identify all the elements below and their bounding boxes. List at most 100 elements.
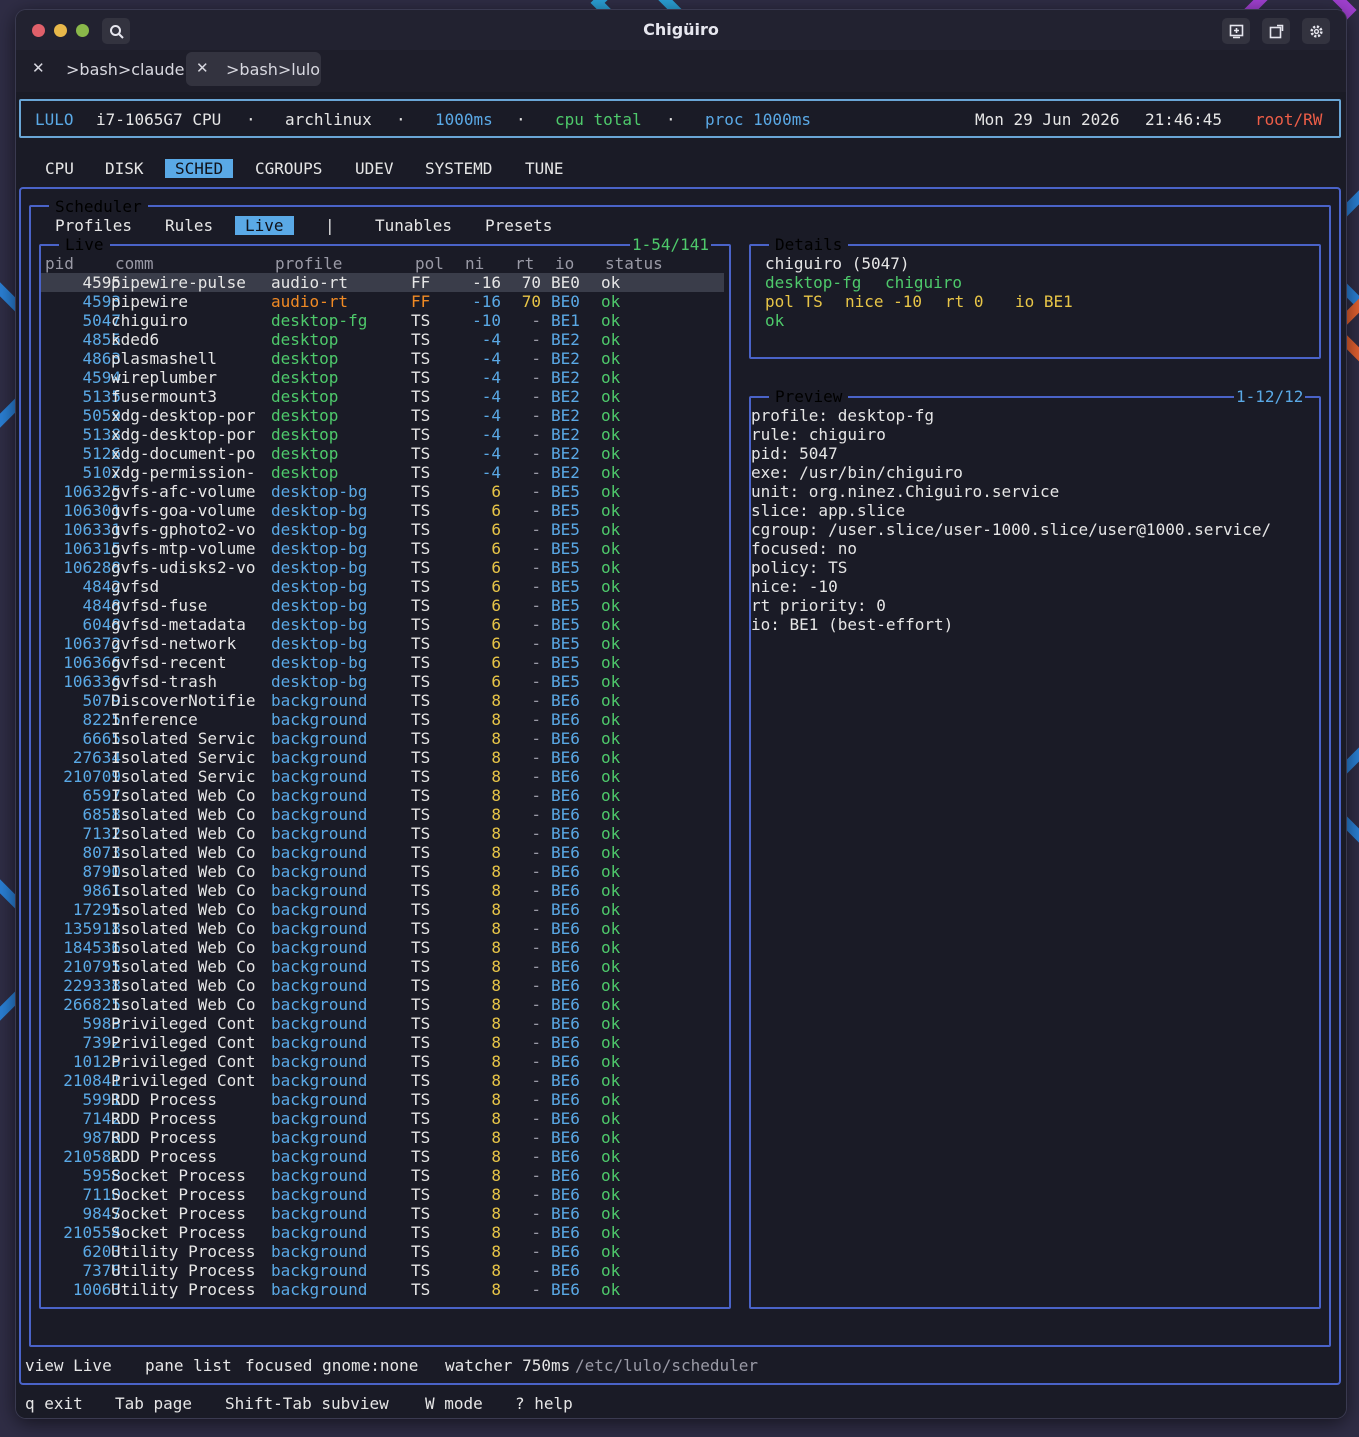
table-row[interactable]: 5107 xdg-permission-desktop TS -4 - BE2 ok bbox=[41, 463, 724, 482]
table-row[interactable]: 135918 Isolated Web Co background TS 8 - BE6 ok bbox=[41, 919, 724, 938]
table-row[interactable]: 6858 Isolated Web Co background TS 8 - BE6 ok bbox=[41, 805, 724, 824]
detach-button[interactable] bbox=[1262, 18, 1290, 44]
table-row[interactable]: 7142 RDD Process background TS 8 - BE6 ok bbox=[41, 1109, 724, 1128]
table-row[interactable]: 106366 gvfsd-recent desktop-bg TS 6 - BE5 ok bbox=[41, 653, 724, 672]
subtab-tunables[interactable]: Tunables bbox=[375, 216, 452, 235]
table-row[interactable]: 5059 xdg-desktop-por desktop TS -4 - BE2 ok bbox=[41, 406, 724, 425]
table-row[interactable]: 5958 Socket Process background TS 8 - BE6 ok bbox=[41, 1166, 724, 1185]
table-row[interactable]: 8790 Isolated Web Co background TS 8 - BE6 ok bbox=[41, 862, 724, 881]
nav-tab-cpu[interactable]: CPU bbox=[45, 159, 74, 178]
subtab-rules[interactable]: Rules bbox=[165, 216, 213, 235]
table-row[interactable]: 9861 Isolated Web Co background TS 8 - BE6 ok bbox=[41, 881, 724, 900]
new-tab-button[interactable] bbox=[1222, 18, 1250, 44]
table-row[interactable]: 229338 Isolated Web Co background TS 8 - BE6 ok bbox=[41, 976, 724, 995]
table-row[interactable]: 5991 RDD Process background TS 8 - BE6 ok bbox=[41, 1090, 724, 1109]
pol-cell: TS bbox=[411, 501, 431, 520]
tab-bash-lulo[interactable]: ✕ >bash>lulo bbox=[186, 52, 321, 86]
comm-cell: Isolated Web Co bbox=[111, 995, 256, 1014]
table-row[interactable]: 4863 plasmashell desktop TS -4 - BE2 ok bbox=[41, 349, 724, 368]
ni-cell: 8 bbox=[491, 691, 501, 710]
table-row[interactable]: 8073 Isolated Web Co background TS 8 - BE6 ok bbox=[41, 843, 724, 862]
table-row[interactable]: 106372 gvfsd-network desktop-bg TS 6 - BE5 ok bbox=[41, 634, 724, 653]
pol-cell: TS bbox=[411, 615, 431, 634]
table-row[interactable]: 10063 Utility Process background TS 8 - BE6 ok bbox=[41, 1280, 724, 1299]
table-row[interactable]: 4855 kded6 desktop TS -4 - BE2 ok bbox=[41, 330, 724, 349]
table-row[interactable]: 6665 Isolated Servic background TS 8 - BE6 ok bbox=[41, 729, 724, 748]
table-row[interactable]: 5079 DiscoverNotifie background TS 8 - BE6 ok bbox=[41, 691, 724, 710]
io-cell: BE6 bbox=[551, 729, 580, 748]
table-row[interactable]: 5126 xdg-document-po desktop TS -4 - BE2 ok bbox=[41, 444, 724, 463]
io-cell: BE6 bbox=[551, 1242, 580, 1261]
table-row[interactable]: 6203 Utility Process background TS 8 - BE6 ok bbox=[41, 1242, 724, 1261]
table-row[interactable]: 210554 Socket Process background TS 8 - BE6 ok bbox=[41, 1223, 724, 1242]
pol-cell: TS bbox=[411, 330, 431, 349]
table-row[interactable]: 4842 gvfsd desktop-bg TS 6 - BE5 ok bbox=[41, 577, 724, 596]
table-row[interactable]: 106325 gvfs-afc-volume desktop-bg TS 6 - BE5 ok bbox=[41, 482, 724, 501]
table-row[interactable]: 106331 gvfs-gphoto2-vo desktop-bg TS 6 - BE5 ok bbox=[41, 520, 724, 539]
table-row[interactable]: 106336 gvfsd-trash desktop-bg TS 6 - BE5 ok bbox=[41, 672, 724, 691]
table-row[interactable]: 27634 Isolated Servic background TS 8 - BE6 ok bbox=[41, 748, 724, 767]
table-row[interactable]: 266825 Isolated Web Co background TS 8 - BE6 ok bbox=[41, 995, 724, 1014]
preview-line: nice: -10 bbox=[751, 577, 838, 596]
table-row[interactable]: 6048 gvfsd-metadata desktop-bg TS 6 - BE5 ok bbox=[41, 615, 724, 634]
pol-cell: TS bbox=[411, 634, 431, 653]
profile-cell: desktop bbox=[271, 463, 339, 482]
table-row[interactable]: 210582 RDD Process background TS 8 - BE6 ok bbox=[41, 1147, 724, 1166]
close-tab-icon[interactable]: ✕ bbox=[32, 59, 45, 77]
table-row[interactable]: 184536 Isolated Web Co background TS 8 - BE6 ok bbox=[41, 938, 724, 957]
status-cell: ok bbox=[601, 273, 621, 292]
close-tab-icon[interactable]: ✕ bbox=[196, 59, 209, 77]
subtab-presets[interactable]: Presets bbox=[485, 216, 552, 235]
col-pol: pol bbox=[415, 254, 444, 273]
pol-cell: TS bbox=[411, 1090, 431, 1109]
table-row[interactable]: 8225 Inference background TS 8 - BE6 ok bbox=[41, 710, 724, 729]
table-row[interactable]: 7378 Utility Process background TS 8 - BE6 ok bbox=[41, 1261, 724, 1280]
ni-cell: -4 bbox=[481, 387, 501, 406]
table-row[interactable]: 4595 pipewire-pulse audio-rt FF -16 70 BE0 ok bbox=[41, 273, 724, 292]
table-row[interactable]: 5135 fusermount3 desktop TS -4 - BE2 ok bbox=[41, 387, 724, 406]
col-rt: rt bbox=[515, 254, 535, 273]
profile-cell: desktop-bg bbox=[271, 577, 368, 596]
table-row[interactable]: 4593 pipewire audio-rt FF -16 70 BE0 ok bbox=[41, 292, 724, 311]
table-row[interactable]: 5983 Privileged Cont background TS 8 - BE6 ok bbox=[41, 1014, 724, 1033]
profile-cell: background bbox=[271, 1014, 368, 1033]
nav-tab-disk[interactable]: DISK bbox=[105, 159, 144, 178]
comm-cell: Isolated Servic bbox=[111, 729, 256, 748]
status-cell: ok bbox=[601, 349, 621, 368]
nav-tab-systemd[interactable]: SYSTEMD bbox=[425, 159, 492, 178]
table-row[interactable]: 106301 gvfs-goa-volume desktop-bg TS 6 - BE5 ok bbox=[41, 501, 724, 520]
nav-tab-tune[interactable]: TUNE bbox=[525, 159, 564, 178]
table-row[interactable]: 7132 Isolated Web Co background TS 8 - BE6 ok bbox=[41, 824, 724, 843]
pid-cell: 4855 bbox=[82, 330, 121, 349]
subtab-live[interactable]: Live bbox=[235, 216, 294, 235]
table-row[interactable]: 106288 gvfs-udisks2-vo desktop-bg TS 6 - BE5 ok bbox=[41, 558, 724, 577]
preview-line: rt priority: 0 bbox=[751, 596, 886, 615]
comm-cell: Isolated Web Co bbox=[111, 843, 256, 862]
nav-tab-cgroups[interactable]: CGROUPS bbox=[255, 159, 322, 178]
table-row[interactable]: 210795 Isolated Web Co background TS 8 - BE6 ok bbox=[41, 957, 724, 976]
pid-cell: 9847 bbox=[82, 1204, 121, 1223]
table-row[interactable]: 210709 Isolated Servic background TS 8 - BE6 ok bbox=[41, 767, 724, 786]
table-row[interactable]: 4848 gvfsd-fuse desktop-bg TS 6 - BE5 ok bbox=[41, 596, 724, 615]
status-cell: ok bbox=[601, 1052, 621, 1071]
table-row[interactable]: 106315 gvfs-mtp-volume desktop-bg TS 6 - BE5 ok bbox=[41, 539, 724, 558]
table-row[interactable]: 5047 chiguiro desktop-fg TS -10 - BE1 ok bbox=[41, 311, 724, 330]
rt-cell: - bbox=[531, 1204, 541, 1223]
settings-button[interactable] bbox=[1302, 18, 1330, 44]
tab-bash-claude[interactable]: ✕ >bash>claude bbox=[24, 52, 184, 86]
nav-tab-udev[interactable]: UDEV bbox=[355, 159, 394, 178]
table-row[interactable]: 7392 Privileged Cont background TS 8 - BE6 ok bbox=[41, 1033, 724, 1052]
subtab-profiles[interactable]: Profiles bbox=[55, 216, 132, 235]
table-row[interactable]: 4594 wireplumber desktop TS -4 - BE2 ok bbox=[41, 368, 724, 387]
table-row[interactable]: 5138 xdg-desktop-por desktop TS -4 - BE2 ok bbox=[41, 425, 724, 444]
table-row[interactable]: 17295 Isolated Web Co background TS 8 - BE6 ok bbox=[41, 900, 724, 919]
nav-tab-sched[interactable]: SCHED bbox=[165, 159, 234, 178]
comm-cell: RDD Process bbox=[111, 1090, 217, 1109]
table-row[interactable]: 9870 RDD Process background TS 8 - BE6 ok bbox=[41, 1128, 724, 1147]
table-row[interactable]: 10125 Privileged Cont background TS 8 - BE6 ok bbox=[41, 1052, 724, 1071]
table-row[interactable]: 6597 Isolated Web Co background TS 8 - BE6 ok bbox=[41, 786, 724, 805]
ni-cell: 8 bbox=[491, 976, 501, 995]
table-row[interactable]: 7110 Socket Process background TS 8 - BE6 ok bbox=[41, 1185, 724, 1204]
table-row[interactable]: 210841 Privileged Cont background TS 8 - BE6 ok bbox=[41, 1071, 724, 1090]
table-row[interactable]: 9847 Socket Process background TS 8 - BE6 ok bbox=[41, 1204, 724, 1223]
